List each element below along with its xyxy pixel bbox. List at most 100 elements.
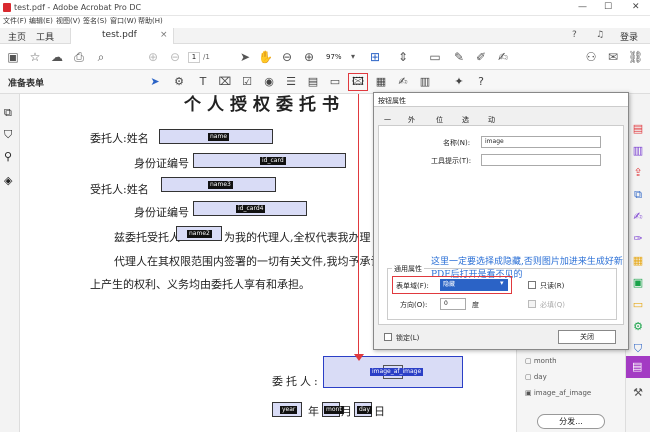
organize-icon[interactable]: ▣ [631,276,645,290]
link-icon[interactable]: ⛓ [628,50,643,64]
tab-home[interactable]: 主页 [8,30,26,43]
orientation-select[interactable]: 0 [440,298,466,310]
create-pdf-icon[interactable]: ▤ [631,122,645,136]
attachment-icon[interactable]: ⚲ [4,150,12,163]
maximize-button[interactable]: ☐ [604,2,612,12]
next-page-icon[interactable]: ⊖ [168,50,182,64]
comment-icon[interactable]: ▭ [428,50,442,64]
print-production-icon[interactable]: ⚙ [631,320,645,334]
minimize-button[interactable]: — [578,2,587,12]
close-window-button[interactable]: ✕ [632,2,640,12]
comment-tool-icon[interactable]: ▭ [631,298,645,312]
form-field-select[interactable]: 隐藏 [440,279,508,291]
name-input[interactable]: image [481,136,601,148]
bookmark-star-icon[interactable]: ☆ [28,50,42,64]
help-icon[interactable]: ? [572,30,577,40]
field-image[interactable]: image_af_image [323,356,463,388]
paragraph1-end: 为我的代理人,全权代表我办理 [224,231,371,244]
pin-icon[interactable]: ✦ [452,75,466,89]
tab-close-icon[interactable]: × [160,30,168,40]
export-pdf-icon[interactable]: ⇪ [631,166,645,180]
text-field-icon[interactable]: T [196,75,210,89]
image-field-icon[interactable]: 🖾 [348,73,368,91]
menu-window[interactable]: 窗口(W) [110,16,136,26]
fields-panel: ▢ month ▢ day ▣ image_af_image 分发... [516,350,625,432]
save-icon[interactable]: ▣ [6,50,20,64]
menu-sign[interactable]: 签名(S) [83,16,107,26]
prev-page-icon[interactable]: ⊕ [146,50,160,64]
field-name2[interactable]: name2 [176,226,222,241]
field-name[interactable]: name [159,129,273,144]
prepare-form-icon: ▤ [632,360,643,373]
page-thumbnails-icon[interactable]: ⧉ [4,106,12,120]
required-checkbox[interactable] [528,300,536,308]
sign-icon[interactable]: ✍ [496,50,510,64]
text-box-icon[interactable]: ⌧ [218,75,232,89]
select-arrow-icon[interactable]: ➤ [238,50,252,64]
zoom-in-icon[interactable]: ⊕ [302,50,316,64]
digital-signature-icon[interactable]: ✍ [396,75,410,89]
field-id-card4[interactable]: id_card4 [193,201,307,216]
menu-file[interactable]: 文件(F) [3,16,27,26]
page-number-input[interactable]: 1 [188,52,200,63]
highlight-icon[interactable]: ✐ [474,50,488,64]
fields-list-item[interactable]: ▢ day [525,373,547,381]
locked-checkbox[interactable] [384,333,392,341]
form-field-tool-icon[interactable]: ⚙ [172,75,186,89]
more-tools-icon[interactable]: ⚒ [631,386,645,400]
search-icon[interactable]: ⌕ [94,50,108,64]
field-id-card[interactable]: id_card [193,153,346,168]
fill-sign-icon[interactable]: ✍ [631,210,645,224]
principal-sign-label: 委托人: [272,375,321,388]
zoom-dropdown-chevron-icon[interactable]: ▾ [346,50,360,64]
protect-icon[interactable]: ⛉ [631,342,645,356]
print-icon[interactable]: ⎙ [72,50,86,64]
tooltip-input[interactable] [481,154,601,166]
radio-icon[interactable]: ◉ [262,75,276,89]
readonly-checkbox[interactable] [528,281,536,289]
edit-pdf-icon[interactable]: ▥ [631,144,645,158]
menu-view[interactable]: 视图(V) [56,16,80,26]
barcode-icon[interactable]: ▥ [418,75,432,89]
fields-list-item[interactable]: ▣ image_af_image [525,389,591,397]
bookmark-icon[interactable]: ⛉ [4,128,12,142]
field-id-card4-label: id_card4 [236,205,266,213]
form-field-chevron-icon[interactable]: ▾ [500,279,504,287]
field-month[interactable]: mont [322,402,344,417]
compare-icon[interactable]: ▦ [631,254,645,268]
menu-edit[interactable]: 编辑(E) [29,16,53,26]
zoom-out-icon[interactable]: ⊖ [280,50,294,64]
bell-icon[interactable]: ♫ [596,30,604,40]
layers-icon[interactable]: ◈ [4,174,12,187]
fields-list-item[interactable]: ▢ month [525,357,557,365]
menu-help[interactable]: 帮助(H) [138,16,163,26]
help-circle-icon[interactable]: ? [474,75,488,89]
send-sign-icon[interactable]: ✑ [631,232,645,246]
fit-page-icon[interactable]: ⊞ [368,50,382,64]
distribute-button[interactable]: 分发... [537,414,605,429]
field-day[interactable]: day [354,402,373,417]
select-object-icon[interactable]: ➤ [148,75,162,89]
button-field-icon[interactable]: ▭ [328,75,342,89]
upload-cloud-icon[interactable]: ☁ [50,50,64,64]
scroll-mode-icon[interactable]: ⇕ [396,50,410,64]
field-year[interactable]: year [272,402,302,417]
list-box-icon[interactable]: ☰ [284,75,298,89]
combine-icon[interactable]: ⧉ [631,188,645,202]
checkbox-icon[interactable]: ☑ [240,75,254,89]
email-icon[interactable]: ✉ [606,50,620,64]
pen-icon[interactable]: ✎ [452,50,466,64]
tab-document-label[interactable]: test.pdf [102,30,137,40]
prepare-form-active-tool[interactable]: ▤ [626,356,650,378]
field-name3[interactable]: name3 [161,177,276,192]
login-link[interactable]: 登录 [620,30,638,43]
date-field-icon[interactable]: ▦ [374,75,388,89]
month-label: 月 [341,405,352,418]
document-heading: 个人授权委托书 [184,95,345,115]
dialog-close-button[interactable]: 关闭 [558,330,616,344]
dropdown-field-icon[interactable]: ▤ [306,75,320,89]
hand-icon[interactable]: ✋ [258,50,273,64]
share-users-icon[interactable]: ⚇ [584,50,598,64]
tab-tools[interactable]: 工具 [36,30,54,43]
button-properties-dialog: 按钮属性 一般 外观 位置 选项 动作 名称(N): image 工具提示(T)… [373,92,629,350]
